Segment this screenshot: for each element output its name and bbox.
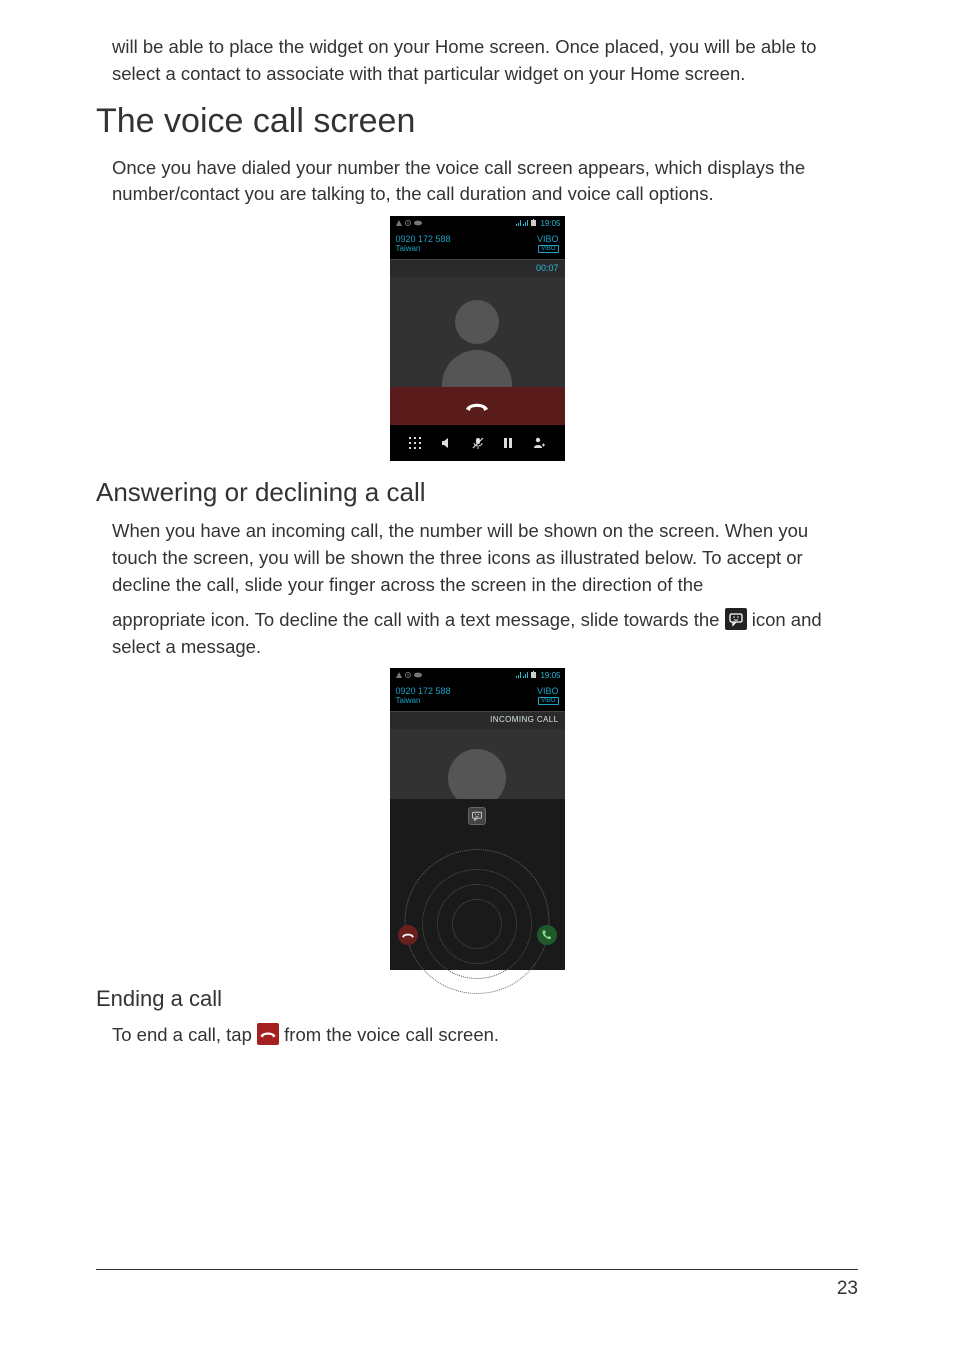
answer-slider-area[interactable] (390, 799, 565, 959)
hold-icon[interactable] (503, 437, 513, 449)
call-header: 0920 172 588 Taiwan VIBO VIBO (390, 230, 565, 259)
message-icon[interactable] (468, 807, 486, 825)
contact-avatar (390, 729, 565, 799)
page-footer: 23 (96, 1269, 858, 1300)
page-number: 23 (837, 1278, 858, 1299)
contact-avatar (390, 277, 565, 387)
heading-voice-call-screen: The voice call screen (96, 102, 858, 141)
heading-answer-decline: Answering or declining a call (96, 477, 858, 508)
status-left-icons (394, 671, 424, 679)
mute-icon[interactable] (472, 437, 484, 449)
answer-paragraph-2: appropriate icon. To decline the call wi… (96, 607, 858, 661)
ending-pre: To end a call, tap (112, 1024, 257, 1045)
message-icon (725, 608, 747, 630)
screenshot-incoming-call: 19:05 0920 172 588 Taiwan VIBO VIBO INCO… (390, 668, 565, 970)
dialpad-icon[interactable] (409, 437, 421, 449)
intro-paragraph: will be able to place the widget on your… (96, 34, 858, 88)
add-call-icon[interactable] (533, 437, 545, 449)
ending-post: from the voice call screen. (284, 1024, 499, 1045)
accept-call-icon[interactable] (537, 925, 557, 945)
status-bar: 19:05 (390, 668, 565, 682)
answer-para2-pre: appropriate icon. To decline the call wi… (112, 609, 725, 630)
speaker-icon[interactable] (441, 437, 453, 449)
carrier-badge: VIBO (538, 245, 558, 253)
status-time: 19:05 (540, 219, 560, 228)
incoming-call-label: INCOMING CALL (390, 711, 565, 729)
call-options-row (390, 425, 565, 461)
call-duration: 00:07 (390, 259, 565, 277)
signal-battery-icon (516, 671, 538, 679)
phone-number: 0920 172 588 (396, 234, 451, 244)
ending-paragraph: To end a call, tap from the voice call s… (96, 1022, 858, 1049)
location: Taiwan (396, 696, 451, 705)
carrier-badge: VIBO (538, 697, 558, 705)
call-header: 0920 172 588 Taiwan VIBO VIBO (390, 682, 565, 711)
decline-call-icon[interactable] (398, 925, 418, 945)
hangup-icon (257, 1023, 279, 1045)
voice-paragraph: Once you have dialed your number the voi… (96, 155, 858, 209)
status-time: 19:05 (540, 671, 560, 680)
hangup-button[interactable] (390, 387, 565, 425)
carrier: VIBO (537, 234, 559, 244)
screenshot-voice-call: 19:05 0920 172 588 Taiwan VIBO VIBO 00:0… (390, 216, 565, 461)
signal-battery-icon (516, 219, 538, 227)
hangup-icon (464, 400, 490, 412)
answer-paragraph-1: When you have an incoming call, the numb… (96, 518, 858, 598)
status-left-icons (394, 219, 424, 227)
location: Taiwan (396, 244, 451, 253)
carrier: VIBO (537, 686, 559, 696)
phone-number: 0920 172 588 (396, 686, 451, 696)
status-bar: 19:05 (390, 216, 565, 230)
